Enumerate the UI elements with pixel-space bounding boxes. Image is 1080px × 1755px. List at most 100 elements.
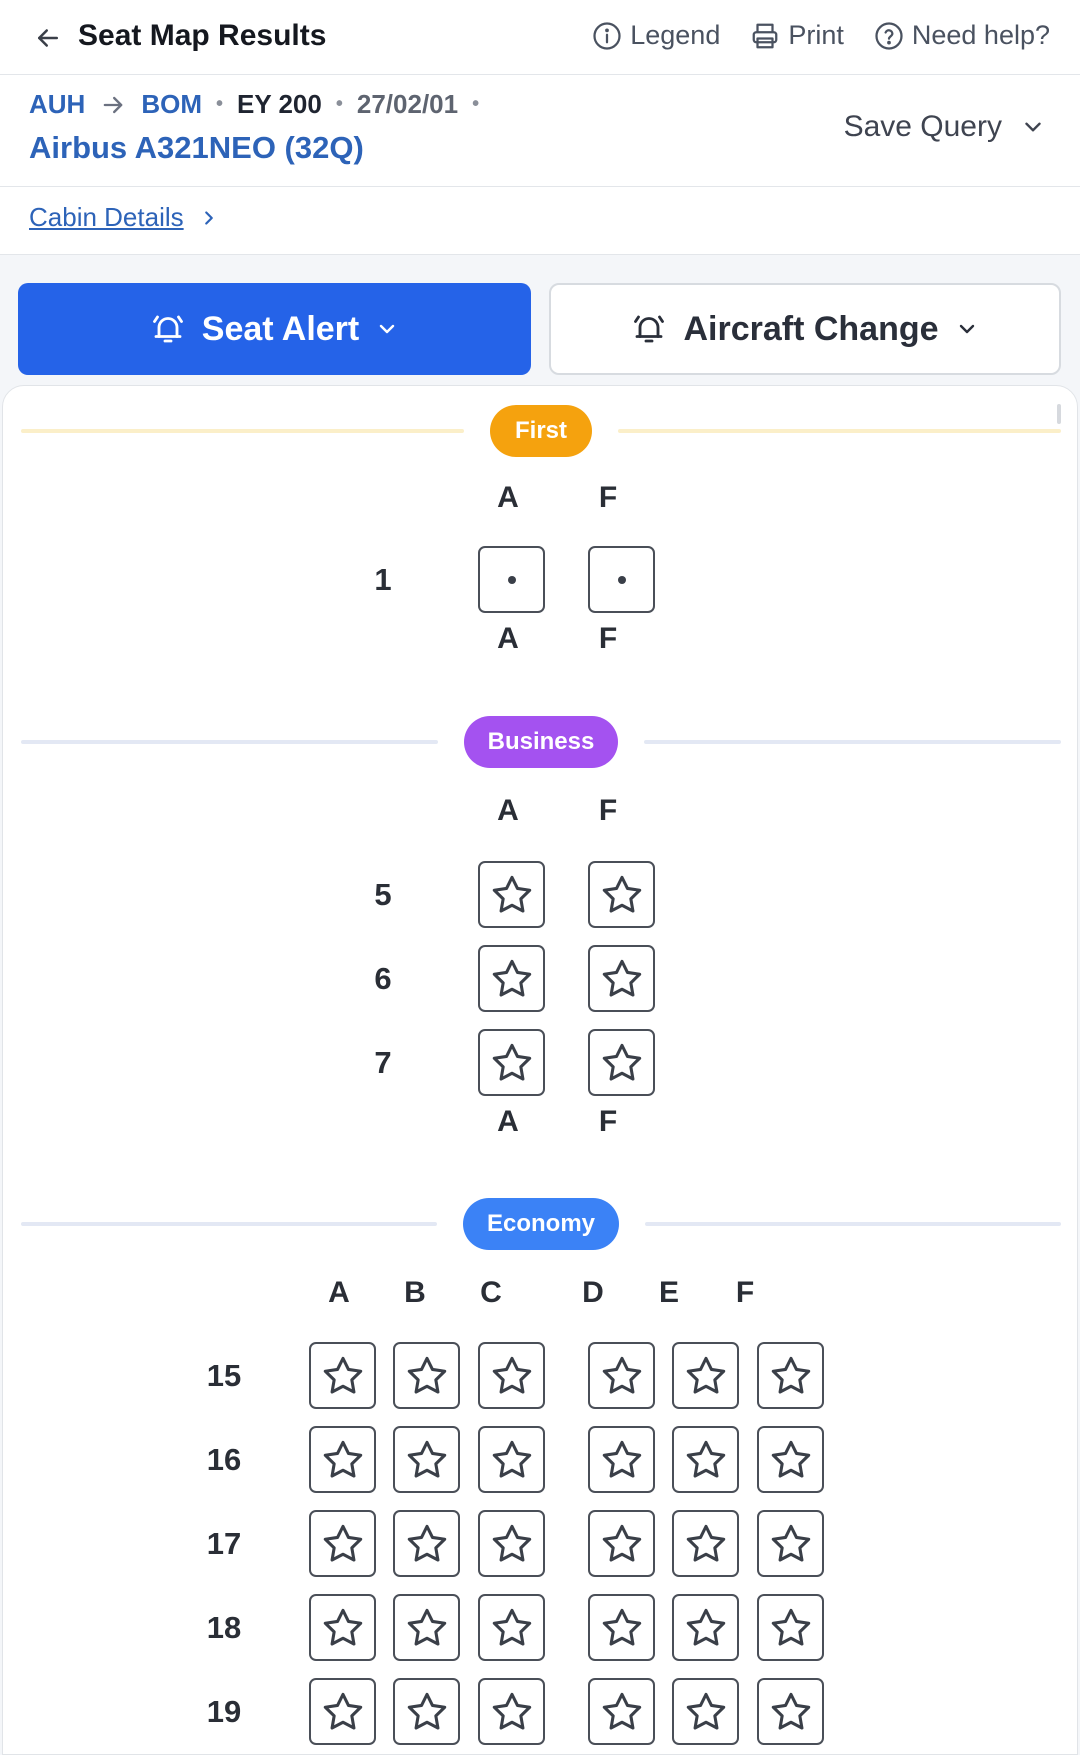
business-cabin-badge: Business	[464, 716, 618, 768]
star-icon	[771, 1524, 810, 1562]
seat-18b[interactable]	[393, 1594, 460, 1661]
seat-17f[interactable]	[757, 1510, 824, 1577]
star-icon	[686, 1356, 725, 1394]
arrow-left-icon	[38, 29, 58, 47]
seat-17c[interactable]	[478, 1510, 545, 1577]
legend-link[interactable]: Legend	[592, 20, 720, 51]
economy-column-header-d: D	[582, 1276, 604, 1309]
star-icon	[602, 1692, 641, 1730]
aircraft-change-label: Aircraft Change	[683, 309, 939, 348]
economy-divider-left	[21, 1222, 437, 1226]
star-icon	[407, 1356, 446, 1394]
star-icon	[492, 1043, 531, 1081]
seat-15b[interactable]	[393, 1342, 460, 1409]
star-icon	[492, 1524, 531, 1562]
seat-17d[interactable]	[588, 1510, 655, 1577]
economy-divider-right	[645, 1222, 1061, 1226]
seat-15c[interactable]	[478, 1342, 545, 1409]
chevron-down-icon	[1025, 122, 1041, 132]
seat-19b[interactable]	[393, 1678, 460, 1745]
star-icon	[407, 1692, 446, 1730]
star-icon	[323, 1356, 362, 1394]
star-icon	[602, 1356, 641, 1394]
star-icon	[686, 1608, 725, 1646]
info-circle-icon	[593, 21, 621, 50]
question-circle-icon	[875, 21, 903, 50]
separator-dot: •	[216, 93, 224, 115]
seat-19c[interactable]	[478, 1678, 545, 1745]
seat-15a[interactable]	[309, 1342, 376, 1409]
cabin-details-link[interactable]: Cabin Details	[29, 202, 220, 233]
save-query-dropdown[interactable]: Save Query	[844, 110, 1046, 144]
first-divider-left	[21, 429, 464, 433]
star-icon	[771, 1356, 810, 1394]
star-icon	[686, 1524, 725, 1562]
seat-dot-icon	[507, 575, 516, 584]
arrow-right-icon	[104, 96, 123, 113]
business-divider-left	[21, 740, 438, 744]
seat-19f[interactable]	[757, 1678, 824, 1745]
seat-7a[interactable]	[478, 1029, 545, 1096]
star-icon	[686, 1692, 725, 1730]
seat-6f[interactable]	[588, 945, 655, 1012]
economy-column-header-e: E	[658, 1276, 679, 1309]
seat-16f[interactable]	[757, 1426, 824, 1493]
seat-18a[interactable]	[309, 1594, 376, 1661]
row-number: 5	[374, 877, 392, 912]
help-link[interactable]: Need help?	[874, 20, 1050, 51]
seat-16d[interactable]	[588, 1426, 655, 1493]
seat-map: First A F 1 A F Business A F 5 6 7 A F Economy A B C D E F 15…	[2, 385, 1078, 1755]
alarm-bell-icon	[634, 315, 665, 343]
seat-6a[interactable]	[478, 945, 545, 1012]
business-column-footer-f: F	[598, 1105, 618, 1138]
seat-18d[interactable]	[588, 1594, 655, 1661]
flight-number: EY 200	[237, 89, 322, 119]
back-button[interactable]	[30, 20, 66, 56]
seat-5f[interactable]	[588, 861, 655, 928]
seat-1a[interactable]	[478, 546, 545, 613]
seat-16b[interactable]	[393, 1426, 460, 1493]
seat-alert-button[interactable]: Seat Alert	[18, 283, 531, 375]
economy-cabin-badge: Economy	[463, 1198, 619, 1250]
seat-7f[interactable]	[588, 1029, 655, 1096]
seat-15f[interactable]	[757, 1342, 824, 1409]
seat-16a[interactable]	[309, 1426, 376, 1493]
business-divider-right	[644, 740, 1061, 744]
seat-18e[interactable]	[672, 1594, 739, 1661]
chevron-down-icon	[959, 324, 974, 334]
star-icon	[602, 1440, 641, 1478]
row-number: 18	[206, 1610, 242, 1645]
row-number: 17	[206, 1526, 242, 1561]
seat-17a[interactable]	[309, 1510, 376, 1577]
seat-15d[interactable]	[588, 1342, 655, 1409]
seat-19e[interactable]	[672, 1678, 739, 1745]
seat-16e[interactable]	[672, 1426, 739, 1493]
star-icon	[407, 1440, 446, 1478]
first-column-header-f: F	[598, 481, 618, 514]
star-icon	[602, 1043, 641, 1081]
origin-code: AUH	[29, 89, 86, 119]
destination-code: BOM	[141, 89, 203, 119]
first-column-footer-f: F	[598, 622, 618, 655]
seat-dot-icon	[617, 575, 626, 584]
seat-18c[interactable]	[478, 1594, 545, 1661]
top-bar: Seat Map Results Legend Print Need help?	[0, 0, 1080, 75]
seat-17b[interactable]	[393, 1510, 460, 1577]
cabin-details-label: Cabin Details	[29, 202, 184, 232]
first-column-footer-a: A	[497, 622, 519, 655]
star-icon	[602, 1608, 641, 1646]
seat-17e[interactable]	[672, 1510, 739, 1577]
seat-18f[interactable]	[757, 1594, 824, 1661]
seat-19a[interactable]	[309, 1678, 376, 1745]
print-link[interactable]: Print	[750, 20, 844, 51]
first-cabin-badge: First	[490, 405, 592, 457]
seat-1f[interactable]	[588, 546, 655, 613]
scrollbar[interactable]	[1057, 404, 1061, 424]
aircraft-change-button[interactable]: Aircraft Change	[549, 283, 1061, 375]
seat-19d[interactable]	[588, 1678, 655, 1745]
row-number: 19	[206, 1694, 242, 1729]
seat-5a[interactable]	[478, 861, 545, 928]
seat-16c[interactable]	[478, 1426, 545, 1493]
star-icon	[323, 1524, 362, 1562]
seat-15e[interactable]	[672, 1342, 739, 1409]
